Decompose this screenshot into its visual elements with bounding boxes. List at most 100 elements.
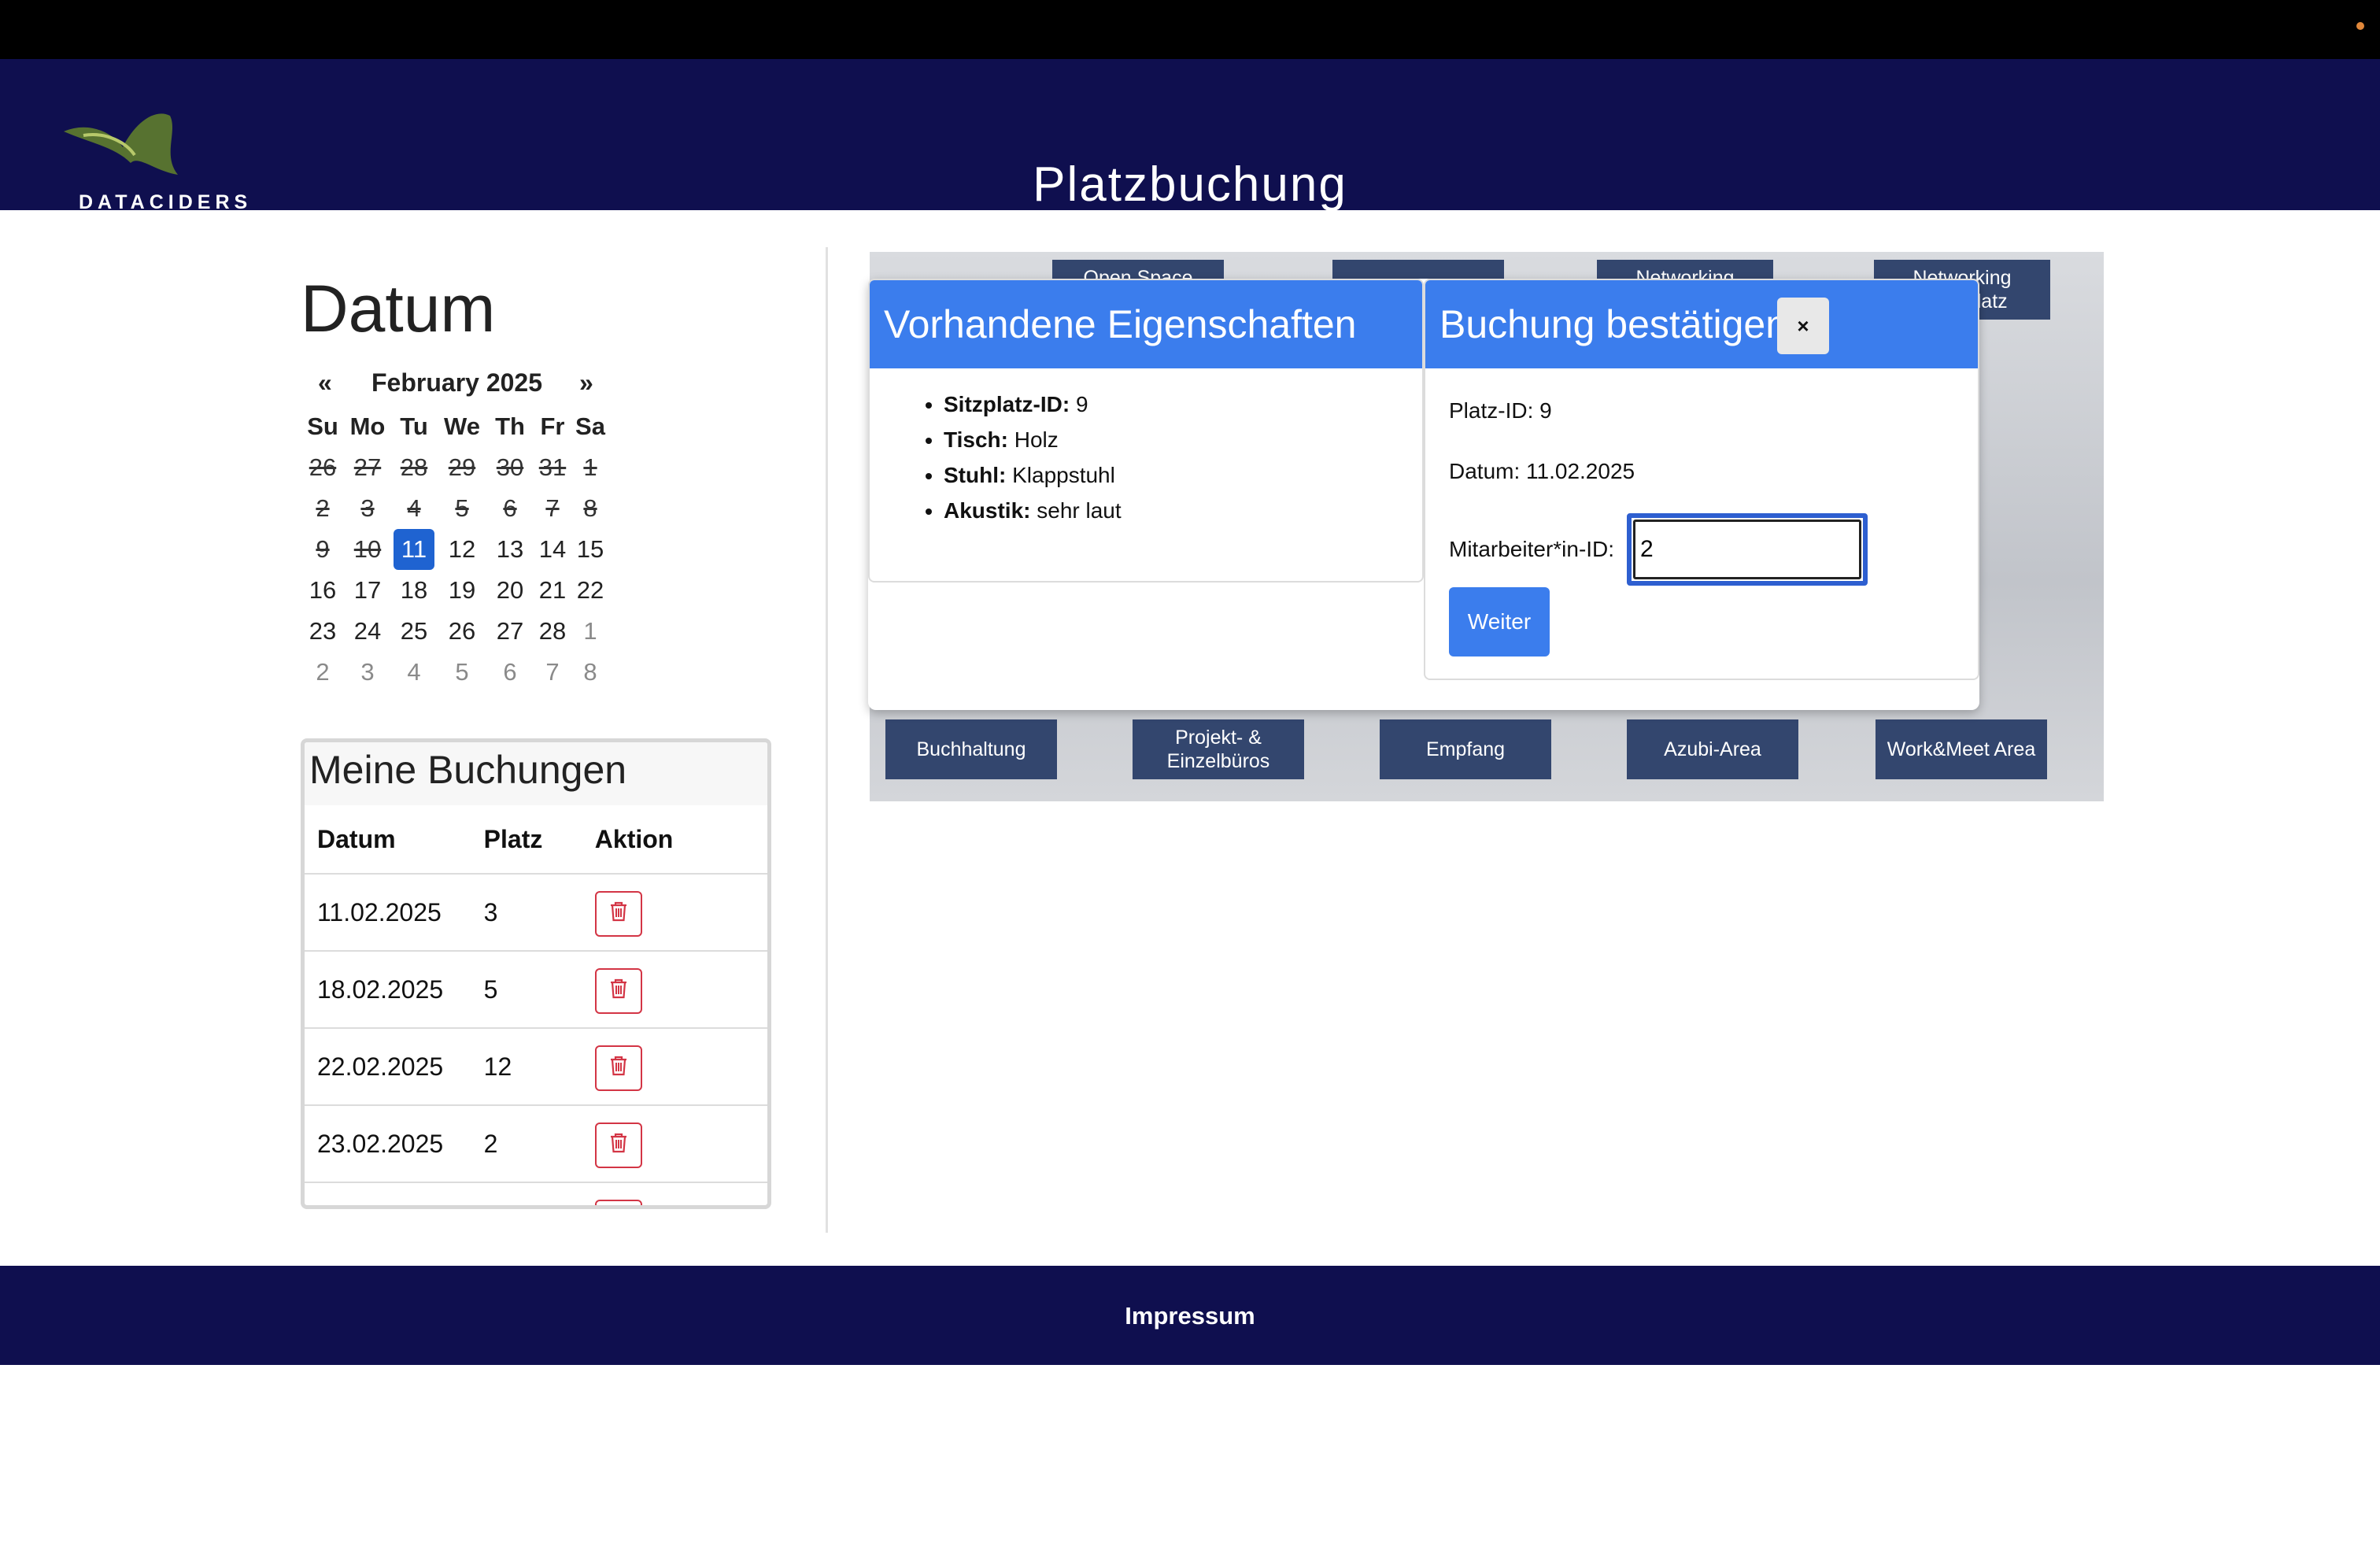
page-title: Platzbuchung	[1033, 157, 1347, 212]
weiter-button[interactable]: Weiter	[1449, 587, 1550, 656]
delete-booking-button[interactable]	[594, 1045, 642, 1091]
calendar-grid: Su Mo Tu We Th Fr Sa 26 27 28 29 30 31 1 2 3 4 5 6 7 8 9 10 11 1…	[301, 406, 615, 693]
booking-action-cell	[582, 874, 767, 952]
calendar-day-disabled: 26	[309, 453, 337, 481]
calendar-day[interactable]: 18	[390, 570, 438, 611]
column-header-aktion: Aktion	[582, 805, 767, 875]
column-divider	[826, 247, 828, 1233]
calendar-day-disabled: 5	[455, 494, 469, 522]
platz-id-text: Platz-ID: 9	[1449, 398, 1552, 423]
date-section-title: Datum	[301, 272, 496, 346]
booking-row: 22.02.2025 12	[305, 1028, 767, 1106]
booking-seat: 5	[471, 951, 582, 1029]
properties-card: Vorhandene Eigenschaften Sitzplatz-ID: 9…	[868, 279, 1424, 583]
bookings-table: Datum Platz Aktion 11.02.2025 3 18.02.2025…	[305, 805, 767, 1210]
calendar-day-other-month[interactable]: 6	[486, 652, 534, 693]
calendar-day[interactable]: 27	[486, 611, 534, 652]
booking-action-cell	[582, 1105, 767, 1183]
booking-action-cell	[582, 1182, 767, 1210]
calendar-day-other-month[interactable]: 3	[345, 652, 390, 693]
close-button[interactable]: ×	[1777, 298, 1829, 354]
booking-action-cell	[582, 951, 767, 1029]
calendar-day[interactable]: 21	[534, 570, 571, 611]
area-empfang[interactable]: Empfang	[1380, 719, 1551, 779]
calendar-day-other-month[interactable]: 4	[390, 652, 438, 693]
trash-icon	[608, 977, 629, 1006]
column-header-datum: Datum	[305, 805, 471, 875]
trash-icon	[608, 1131, 629, 1160]
next-month-button[interactable]: »	[579, 368, 593, 398]
calendar-day[interactable]: 16	[301, 570, 345, 611]
weekday-header: Sa	[575, 412, 605, 440]
calendar-day-other-month[interactable]: 8	[571, 652, 609, 693]
app-header: DATACIDERS Platzbuchung	[0, 59, 2380, 213]
weekday-header: Tu	[400, 412, 428, 440]
datum-text: Datum: 11.02.2025	[1449, 459, 1635, 483]
calendar-day-selected[interactable]: 11	[394, 529, 434, 570]
prev-month-button[interactable]: «	[318, 368, 332, 398]
my-bookings-title: Meine Buchungen	[305, 742, 767, 805]
status-dot-icon	[2356, 22, 2364, 30]
impressum-link[interactable]: Impressum	[0, 1302, 2380, 1330]
area-azubi-area[interactable]: Azubi-Area	[1627, 719, 1798, 779]
calendar-day[interactable]: 26	[438, 611, 486, 652]
employee-id-field-focus	[1627, 513, 1868, 586]
delete-booking-button[interactable]	[594, 968, 642, 1014]
property-item: Sitzplatz-ID: 9	[944, 392, 1422, 427]
booking-date: 23.02.2025	[305, 1105, 471, 1183]
property-label: Akustik:	[944, 498, 1031, 523]
calendar-day[interactable]: 23	[301, 611, 345, 652]
calendar-day-other-month[interactable]: 5	[438, 652, 486, 693]
employee-id-input[interactable]	[1633, 520, 1861, 579]
booking-modal: Vorhandene Eigenschaften Sitzplatz-ID: 9…	[868, 279, 1979, 710]
calendar-day-other-month[interactable]: 2	[301, 652, 345, 693]
weekday-header: Fr	[540, 412, 565, 440]
property-label: Stuhl:	[944, 463, 1007, 487]
property-value: Klappstuhl	[1012, 463, 1115, 487]
calendar-day[interactable]: 25	[390, 611, 438, 652]
weekday-header: We	[444, 412, 480, 440]
calendar-day-disabled: 10	[353, 535, 382, 563]
trash-icon	[608, 1208, 629, 1210]
calendar-month-label[interactable]: February 2025	[371, 368, 542, 398]
delete-booking-button[interactable]	[594, 1123, 642, 1168]
calendar-day[interactable]: 22	[571, 570, 609, 611]
calendar-day-disabled: 1	[583, 453, 597, 481]
booking-date: 11.02.2025	[305, 874, 471, 952]
booking-row: 11.02.2025 3	[305, 874, 767, 952]
property-value: 9	[1076, 392, 1088, 416]
confirm-booking-card: Buchung bestätigen × Platz-ID: 9 Datum: …	[1424, 279, 1979, 680]
calendar-day[interactable]: 14	[534, 529, 571, 570]
calendar-day[interactable]: 17	[345, 570, 390, 611]
booking-action-cell	[582, 1028, 767, 1106]
property-item: Akustik: sehr laut	[944, 498, 1422, 534]
calendar-day-other-month[interactable]: 7	[534, 652, 571, 693]
calendar-day[interactable]: 19	[438, 570, 486, 611]
booking-row: 18.02.2025 5	[305, 951, 767, 1029]
calendar-day-disabled: 9	[316, 535, 330, 563]
calendar-day[interactable]: 15	[571, 529, 609, 570]
calendar-day[interactable]: 20	[486, 570, 534, 611]
booking-row: 23.02.2025 2	[305, 1105, 767, 1183]
calendar-day-disabled: 8	[583, 494, 597, 522]
area-work-meet[interactable]: Work&Meet Area	[1876, 719, 2047, 779]
area-projekt-einzelbueros[interactable]: Projekt- & Einzelbüros	[1133, 719, 1304, 779]
calendar-day-other-month[interactable]: 1	[571, 611, 609, 652]
booking-seat: 12	[471, 1028, 582, 1106]
calendar-day-disabled: 29	[448, 453, 476, 481]
footer: Impressum	[0, 1266, 2380, 1365]
properties-card-title: Vorhandene Eigenschaften	[870, 280, 1422, 368]
weekday-header: Th	[495, 412, 525, 440]
area-buchhaltung[interactable]: Buchhaltung	[885, 719, 1057, 779]
property-value: sehr laut	[1037, 498, 1122, 523]
calendar-day[interactable]: 28	[534, 611, 571, 652]
delete-booking-button[interactable]	[594, 891, 642, 937]
calendar-day-disabled: 31	[538, 453, 567, 481]
calendar-day[interactable]: 12	[438, 529, 486, 570]
calendar-day[interactable]: 24	[345, 611, 390, 652]
delete-booking-button[interactable]	[594, 1200, 642, 1210]
calendar-day[interactable]: 13	[486, 529, 534, 570]
booking-row: 24.02.20252	[305, 1182, 767, 1210]
properties-list: Sitzplatz-ID: 9Tisch: HolzStuhl: Klappst…	[870, 392, 1422, 534]
weekday-header: Mo	[349, 412, 386, 440]
